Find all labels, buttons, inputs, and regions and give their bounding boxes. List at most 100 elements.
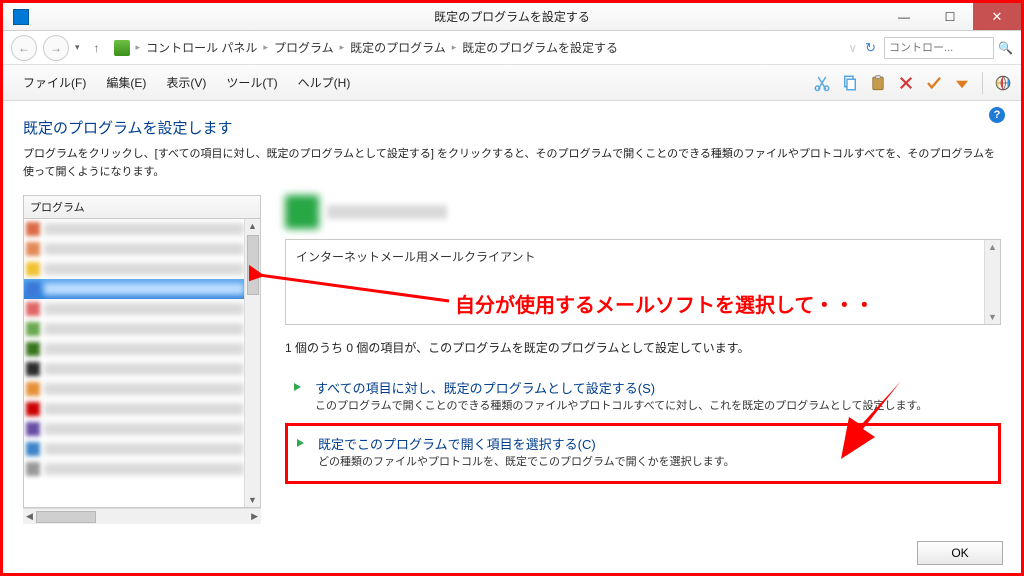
- app-description-text: インターネットメール用メールクライアント: [296, 250, 536, 264]
- chevron-right-icon: ▸: [136, 42, 141, 53]
- h-scroll-thumb[interactable]: [36, 511, 96, 523]
- list-item[interactable]: [24, 359, 244, 379]
- breadcrumb-item[interactable]: コントロール パネル: [146, 39, 257, 56]
- window-frame: 既定のプログラムを設定する — ☐ ✕ ← → ▾ ↑ ▸ コントロール パネル…: [0, 0, 1024, 576]
- list-item-label-blurred: [44, 403, 244, 415]
- scroll-left-icon[interactable]: ◀: [23, 511, 36, 522]
- breadcrumb-item[interactable]: 既定のプログラム: [350, 39, 446, 56]
- list-item[interactable]: [24, 239, 244, 259]
- descbox-scrollbar[interactable]: ▲ ▼: [984, 240, 1000, 324]
- option-set-all-defaults[interactable]: すべての項目に対し、既定のプログラムとして設定する(S) このプログラムで開くこ…: [285, 370, 1001, 421]
- list-item-label-blurred: [44, 463, 244, 475]
- check-icon[interactable]: [924, 73, 944, 93]
- minimize-button[interactable]: —: [881, 3, 927, 30]
- annotation-text: 自分が使用するメールソフトを選択して・・・: [455, 289, 874, 318]
- menu-view[interactable]: 表示(V): [156, 70, 216, 95]
- forward-button[interactable]: →: [43, 35, 69, 61]
- list-item-label-blurred: [44, 443, 244, 455]
- scroll-thumb[interactable]: [247, 235, 259, 295]
- up-button[interactable]: ↑: [86, 41, 108, 55]
- page-description: プログラムをクリックし、[すべての項目に対し、既定のプログラムとして設定する] …: [23, 146, 1001, 181]
- delete-icon[interactable]: [896, 73, 916, 93]
- option-desc: どの種類のファイルやプロトコルを、既定でこのプログラムで開くかを選択します。: [318, 453, 735, 469]
- list-item[interactable]: [24, 399, 244, 419]
- list-item[interactable]: [24, 419, 244, 439]
- back-button[interactable]: ←: [11, 35, 37, 61]
- maximize-button[interactable]: ☐: [927, 3, 973, 30]
- list-item-label-blurred: [44, 243, 244, 255]
- menu-tools[interactable]: ツール(T): [216, 70, 287, 95]
- menu-help[interactable]: ヘルプ(H): [288, 70, 361, 95]
- list-item[interactable]: [24, 339, 244, 359]
- option-title: すべての項目に対し、既定のプログラムとして設定する(S): [315, 378, 927, 397]
- list-item[interactable]: [24, 459, 244, 479]
- list-item[interactable]: [24, 379, 244, 399]
- options-block: すべての項目に対し、既定のプログラムとして設定する(S) このプログラムで開くこ…: [285, 370, 1001, 484]
- app-swatch-icon: [26, 282, 40, 296]
- down-arrow-icon[interactable]: [952, 73, 972, 93]
- copy-icon[interactable]: [840, 73, 860, 93]
- app-swatch-icon: [26, 382, 40, 396]
- option-desc: このプログラムで開くことのできる種類のファイルやプロトコルすべてに対し、これを既…: [315, 397, 927, 413]
- list-item[interactable]: [24, 319, 244, 339]
- menu-file[interactable]: ファイル(F): [13, 70, 96, 95]
- refresh-icon[interactable]: ↻: [861, 40, 880, 56]
- breadcrumb-item[interactable]: プログラム: [274, 39, 334, 56]
- scroll-up-icon[interactable]: ▲: [248, 219, 257, 233]
- window-title: 既定のプログラムを設定する: [3, 8, 1021, 25]
- app-swatch-icon: [26, 242, 40, 256]
- cut-icon[interactable]: [812, 73, 832, 93]
- list-item[interactable]: [24, 219, 244, 239]
- chevron-right-icon: ▸: [263, 42, 268, 53]
- app-header: [285, 195, 1001, 229]
- programs-listbox[interactable]: ▲ ▼: [23, 218, 261, 508]
- scroll-right-icon[interactable]: ▶: [248, 511, 261, 522]
- scroll-up-icon[interactable]: ▲: [988, 240, 997, 254]
- list-item[interactable]: [24, 299, 244, 319]
- menu-edit[interactable]: 編集(E): [96, 70, 156, 95]
- paste-icon[interactable]: [868, 73, 888, 93]
- globe-icon[interactable]: [993, 73, 1013, 93]
- arrow-right-icon: [294, 436, 308, 450]
- app-swatch-icon: [26, 422, 40, 436]
- programs-panel: プログラム ▲ ▼ ◀ ▶: [23, 195, 261, 524]
- search-input[interactable]: [884, 37, 994, 59]
- option-choose-defaults[interactable]: 既定でこのプログラムで開く項目を選択する(C) どの種類のファイルやプロトコルを…: [290, 428, 996, 475]
- app-name-blurred: [327, 205, 447, 219]
- app-swatch-icon: [26, 222, 40, 236]
- app-swatch-icon: [26, 262, 40, 276]
- search-icon[interactable]: 🔍: [998, 41, 1013, 55]
- list-item[interactable]: [24, 259, 244, 279]
- system-icon: [13, 9, 29, 25]
- ok-button[interactable]: OK: [917, 541, 1003, 565]
- list-item-label-blurred: [44, 363, 244, 375]
- list-item-label-blurred: [44, 263, 244, 275]
- app-icon: [285, 195, 319, 229]
- title-bar: 既定のプログラムを設定する — ☐ ✕: [3, 3, 1021, 31]
- toolbar: [812, 72, 1013, 94]
- scroll-down-icon[interactable]: ▼: [988, 310, 997, 324]
- app-swatch-icon: [26, 342, 40, 356]
- close-button[interactable]: ✕: [973, 3, 1021, 30]
- control-panel-icon: [114, 40, 130, 56]
- detail-panel: インターネットメール用メールクライアント ▲ ▼ 1 個のうち 0 個の項目が、…: [285, 195, 1001, 484]
- list-item[interactable]: [24, 439, 244, 459]
- list-item[interactable]: [24, 279, 244, 299]
- toolbar-divider: [982, 72, 983, 94]
- help-icon[interactable]: ?: [989, 107, 1005, 123]
- h-scrollbar[interactable]: ◀ ▶: [23, 508, 261, 524]
- arrow-right-icon: [291, 380, 305, 394]
- menu-bar: ファイル(F) 編集(E) 表示(V) ツール(T) ヘルプ(H): [3, 65, 1021, 101]
- search-wrap: ∨ ↻ 🔍: [848, 37, 1013, 59]
- app-swatch-icon: [26, 322, 40, 336]
- chevron-right-icon: ▸: [452, 42, 457, 53]
- breadcrumb-item[interactable]: 既定のプログラムを設定する: [462, 39, 618, 56]
- v-scrollbar[interactable]: ▲ ▼: [244, 219, 260, 507]
- scroll-down-icon[interactable]: ▼: [248, 493, 257, 507]
- history-dropdown-icon[interactable]: ▾: [75, 42, 80, 53]
- nav-bar: ← → ▾ ↑ ▸ コントロール パネル ▸ プログラム ▸ 既定のプログラム …: [3, 31, 1021, 65]
- list-item-label-blurred: [44, 343, 244, 355]
- annotation-frame: 既定でこのプログラムで開く項目を選択する(C) どの種類のファイルやプロトコルを…: [285, 423, 1001, 484]
- breadcrumb[interactable]: ▸ コントロール パネル ▸ プログラム ▸ 既定のプログラム ▸ 既定のプログ…: [114, 39, 843, 56]
- option-title: 既定でこのプログラムで開く項目を選択する(C): [318, 434, 735, 453]
